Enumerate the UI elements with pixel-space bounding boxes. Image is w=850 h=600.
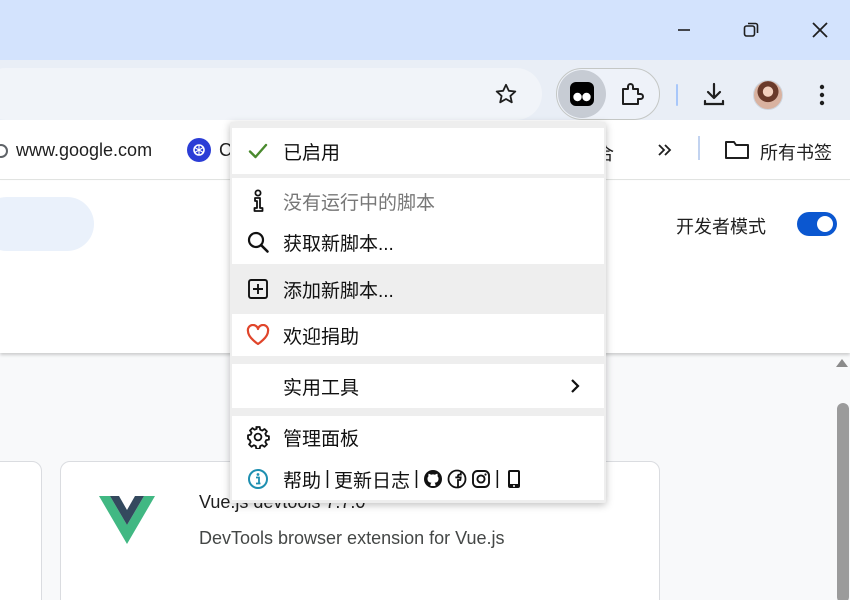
menu-item-enabled[interactable]: 已启用 [232,128,604,174]
github-icon[interactable] [423,469,443,489]
search-icon [246,230,270,254]
menu-item-label: 管理面板 [283,428,360,450]
toggle-knob [817,216,833,232]
menu-item-help: 帮助 | 更新日志 | | [232,458,604,500]
chevron-right-icon [568,376,582,396]
menu-item-utilities[interactable]: 实用工具 [232,364,604,408]
all-bookmarks[interactable]: 所有书签 [724,138,832,165]
scrollbar-thumb[interactable] [837,403,849,600]
menu-item-donate[interactable]: 欢迎捐助 [232,314,604,356]
address-bar[interactable] [0,68,542,120]
scroll-up-arrow[interactable] [836,359,848,367]
help-link[interactable]: 帮助 [283,466,321,493]
search-input[interactable] [0,197,94,251]
restore-icon[interactable] [731,12,771,48]
avatar[interactable] [753,80,783,110]
close-icon[interactable] [800,12,840,48]
star-icon[interactable] [492,80,520,108]
menu-item-label: 实用工具 [283,377,360,399]
menu-item-label: 欢迎捐助 [283,326,360,348]
mobile-icon[interactable] [504,469,524,489]
extension-card [0,461,42,600]
help-links: 帮助 | 更新日志 | | [283,466,524,493]
changelog-link[interactable]: 更新日志 [334,466,410,493]
vue-logo-icon [99,496,155,551]
menu-item-label: 获取新脚本... [283,233,394,255]
menu-item-label: 没有运行中的脚本 [283,192,436,214]
kebab-icon[interactable] [808,80,836,110]
globe-icon [0,143,8,158]
menu-item-add-script[interactable]: 添加新脚本... [232,264,604,314]
bookmark-label: www.google.com [16,140,153,160]
minimize-icon[interactable] [664,12,704,48]
tampermonkey-menu: 已启用 没有运行中的脚本 获取新脚本... 添加新脚本... 欢迎捐助 实用工具 [230,122,606,503]
separator: | [494,468,500,489]
developer-mode-toggle[interactable] [797,212,837,236]
extension-description: DevTools browser extension for Vue.js [199,528,505,548]
facebook-icon[interactable] [447,469,467,489]
openai-icon [187,138,211,162]
separator: | [325,468,330,489]
menu-item-dashboard[interactable]: 管理面板 [232,416,604,458]
instagram-icon[interactable] [471,469,491,489]
heart-icon [246,323,270,347]
all-bookmarks-label: 所有书签 [760,142,832,163]
check-icon [246,139,270,163]
menu-item-label: 已启用 [283,142,341,164]
bookmark-separator [698,136,700,160]
double-chevron-icon[interactable] [654,138,676,162]
tampermonkey-icon[interactable] [558,70,606,118]
info-i-icon [246,189,270,213]
info-circle-icon [246,467,270,491]
bookmark-google[interactable]: www.google.com [0,140,152,161]
download-icon[interactable] [698,78,730,110]
toolbar-separator [676,84,678,106]
puzzle-icon[interactable] [616,79,648,109]
menu-item-label: 添加新脚本... [283,280,394,302]
menu-item-get-scripts[interactable]: 获取新脚本... [232,219,604,265]
bookmark-openai[interactable]: C [187,138,232,162]
title-bar [0,0,850,60]
folder-icon [724,138,750,165]
gear-icon [246,425,270,449]
menu-item-no-scripts: 没有运行中的脚本 [232,178,604,224]
plus-square-icon [246,277,270,301]
developer-mode-label: 开发者模式 [676,217,766,237]
separator: | [413,468,419,489]
